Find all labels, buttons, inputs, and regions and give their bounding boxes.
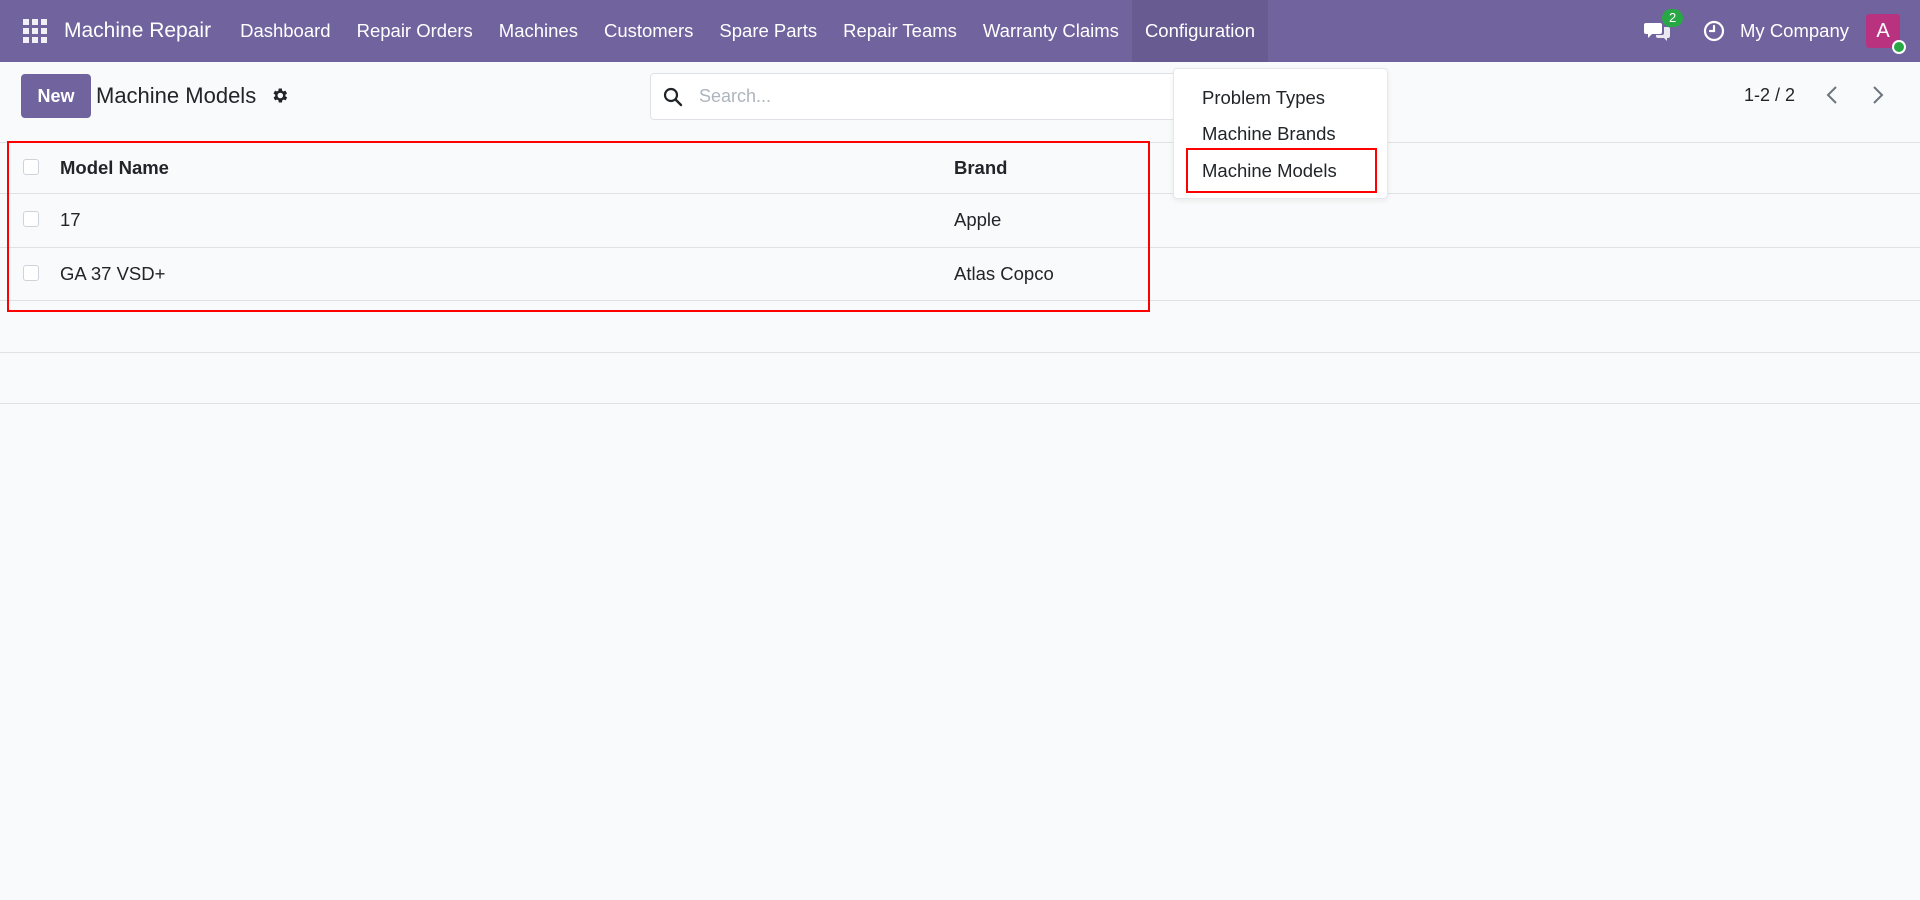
dropdown-item-machine-models[interactable]: Machine Models [1202, 160, 1337, 182]
company-switcher[interactable]: My Company [1740, 20, 1849, 42]
menu-machines[interactable]: Machines [486, 0, 591, 62]
search-input[interactable] [699, 74, 1149, 119]
main-menu: Dashboard Repair Orders Machines Custome… [227, 0, 1268, 62]
cell-brand[interactable]: Atlas Copco [954, 263, 1054, 285]
header-divider [0, 193, 1920, 194]
menu-repair-teams[interactable]: Repair Teams [830, 0, 970, 62]
select-all-checkbox[interactable] [23, 159, 39, 175]
menu-customers[interactable]: Customers [591, 0, 706, 62]
search-bar [650, 73, 1210, 120]
menu-configuration[interactable]: Configuration [1131, 0, 1268, 62]
online-status-dot [1892, 40, 1906, 54]
menu-repair-orders[interactable]: Repair Orders [344, 0, 486, 62]
chevron-left-icon[interactable] [1822, 84, 1844, 106]
table-top-border [0, 142, 1920, 143]
dropdown-item-problem-types[interactable]: Problem Types [1202, 87, 1325, 109]
page-title: Machine Models [96, 83, 257, 108]
chevron-right-icon[interactable] [1866, 84, 1888, 106]
configuration-dropdown: Problem Types Machine Brands Machine Mod… [1173, 68, 1388, 199]
chat-icon[interactable]: 2 [1644, 9, 1684, 43]
user-avatar[interactable]: A [1866, 14, 1906, 54]
navbar-systray: 2 My Company A [1644, 0, 1920, 62]
column-header-model-name[interactable]: Model Name [60, 157, 169, 179]
menu-warranty-claims[interactable]: Warranty Claims [970, 0, 1132, 62]
menu-spare-parts[interactable]: Spare Parts [706, 0, 830, 62]
empty-row-divider [0, 352, 1920, 353]
column-header-brand[interactable]: Brand [954, 157, 1007, 179]
cell-brand[interactable]: Apple [954, 209, 1001, 231]
top-navbar: Machine Repair Dashboard Repair Orders M… [0, 0, 1920, 62]
clock-icon[interactable] [1702, 19, 1726, 43]
cell-model-name[interactable]: 17 [60, 209, 81, 231]
pager-value[interactable]: 1-2 / 2 [1744, 85, 1795, 106]
gear-icon[interactable] [270, 86, 289, 105]
menu-dashboard[interactable]: Dashboard [227, 0, 344, 62]
app-name[interactable]: Machine Repair [64, 19, 211, 43]
empty-row-divider [0, 403, 1920, 404]
apps-grid-icon[interactable] [23, 19, 47, 43]
dropdown-item-machine-brands[interactable]: Machine Brands [1202, 123, 1336, 145]
avatar-letter: A [1876, 19, 1890, 42]
row-divider [0, 247, 1920, 248]
row-checkbox[interactable] [23, 265, 39, 281]
search-icon [663, 87, 683, 107]
row-divider [0, 300, 1920, 301]
messages-count-badge: 2 [1662, 9, 1684, 27]
row-checkbox[interactable] [23, 211, 39, 227]
cell-model-name[interactable]: GA 37 VSD+ [60, 263, 165, 285]
new-button[interactable]: New [21, 74, 91, 118]
